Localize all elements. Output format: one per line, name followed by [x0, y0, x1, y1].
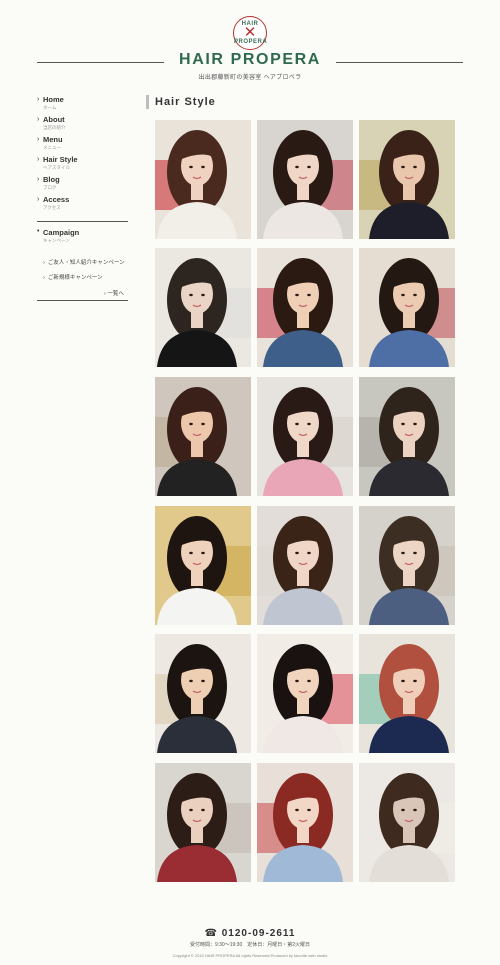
- hairstyle-photo-9[interactable]: [359, 377, 455, 496]
- sidebar-item-menu[interactable]: › Menu メニュー: [37, 135, 129, 155]
- logo-bottom-text: PROPERA: [234, 39, 268, 45]
- hairstyle-photo-12[interactable]: [359, 506, 455, 625]
- campaign-link-label: ご友人・知人紹介キャンペーン: [47, 260, 125, 266]
- business-hours: 受付時間：9:30〜19:30 定休日：月曜日・第2火曜日: [189, 942, 311, 948]
- sidebar-item-about[interactable]: › About 当店の紹介: [37, 115, 129, 135]
- hairstyle-photo-18[interactable]: [359, 763, 455, 882]
- sidebar-item-access[interactable]: › Access アクセス: [37, 195, 129, 215]
- sidebar-item-sublabel: メニュー: [43, 144, 61, 150]
- sidebar-divider: [37, 221, 128, 222]
- campaign-link-referral[interactable]: › ご友人・知人紹介キャンペーン: [43, 258, 125, 266]
- sidebar-item-sublabel: ヘアスタイル: [43, 164, 70, 170]
- sidebar-item-label: Campaign: [43, 228, 80, 237]
- bullet-icon: •: [37, 228, 40, 235]
- chevron-right-icon: ›: [37, 116, 40, 123]
- logo-cross-mark: ✕: [243, 24, 257, 41]
- campaign-list-link[interactable]: › 一覧へ: [104, 289, 124, 297]
- sidebar-item-sublabel: ブログ: [43, 184, 57, 190]
- sidebar-item-label: Home: [43, 95, 64, 104]
- hairstyle-photo-4[interactable]: [155, 248, 251, 367]
- sidebar-item-home[interactable]: › Home ホーム: [37, 95, 129, 115]
- phone-number[interactable]: ☎ 0120-09-2611: [150, 928, 350, 939]
- campaign-link-label: ご新規様キャンペーン: [47, 275, 103, 281]
- hairstyle-photo-2[interactable]: [257, 120, 353, 239]
- hairstyle-photo-15[interactable]: [359, 634, 455, 753]
- sidebar-item-sublabel: キャンペーン: [43, 237, 70, 243]
- logo-emblem[interactable]: HAIR ✕ PROPERA: [233, 16, 267, 50]
- hairstyle-photo-13[interactable]: [155, 634, 251, 753]
- chevron-right-icon: ›: [37, 156, 40, 163]
- hairstyle-photo-8[interactable]: [257, 377, 353, 496]
- hairstyle-photo-10[interactable]: [155, 506, 251, 625]
- sidebar-item-sublabel: ホーム: [43, 104, 57, 110]
- chevron-right-icon: ›: [37, 196, 40, 203]
- campaign-list-label: 一覧へ: [107, 291, 124, 297]
- sidebar-item-label: Blog: [43, 175, 60, 184]
- hairstyle-photo-3[interactable]: [359, 120, 455, 239]
- campaign-link-new-customer[interactable]: › ご新規様キャンペーン: [43, 273, 103, 281]
- site-title[interactable]: HAIR PROPERA: [150, 51, 350, 69]
- copyright: Copyright © 2015 HAIR PROPERA All rights…: [172, 953, 328, 958]
- sidebar-item-sublabel: 当店の紹介: [43, 124, 66, 130]
- hairstyle-photo-6[interactable]: [359, 248, 455, 367]
- section-header: Hair Style: [146, 95, 216, 109]
- sidebar-divider-bottom: [37, 300, 128, 301]
- chevron-right-icon: ›: [43, 275, 45, 281]
- section-title: Hair Style: [155, 96, 216, 108]
- hairstyle-photo-1[interactable]: [155, 120, 251, 239]
- sidebar-item-label: Hair Style: [43, 155, 78, 164]
- chevron-right-icon: ›: [37, 136, 40, 143]
- sidebar-item-label: About: [43, 115, 65, 124]
- hairstyle-photo-7[interactable]: [155, 377, 251, 496]
- chevron-right-icon: ›: [37, 176, 40, 183]
- sidebar-item-blog[interactable]: › Blog ブログ: [37, 175, 129, 195]
- sidebar-item-label: Menu: [43, 135, 63, 144]
- hairstyle-photo-11[interactable]: [257, 506, 353, 625]
- sidebar-item-hair-style[interactable]: › Hair Style ヘアスタイル: [37, 155, 129, 175]
- sidebar-item-campaign[interactable]: • Campaign キャンペーン: [37, 228, 128, 248]
- chevron-right-icon: ›: [37, 96, 40, 103]
- sidebar-item-sublabel: アクセス: [43, 204, 61, 210]
- hairstyle-photo-16[interactable]: [155, 763, 251, 882]
- hairstyle-photo-14[interactable]: [257, 634, 353, 753]
- hairstyle-photo-5[interactable]: [257, 248, 353, 367]
- sidebar-nav: › Home ホーム › About 当店の紹介 › Menu メニュー › H…: [37, 95, 129, 215]
- chevron-right-icon: ›: [43, 260, 45, 266]
- hairstyle-photo-17[interactable]: [257, 763, 353, 882]
- header-rule-left: [37, 62, 164, 63]
- site-subtitle: 出出郡藤新町の美容室 ヘアプロペラ: [198, 75, 302, 81]
- sidebar-item-label: Access: [43, 195, 70, 204]
- header-rule-right: [336, 62, 463, 63]
